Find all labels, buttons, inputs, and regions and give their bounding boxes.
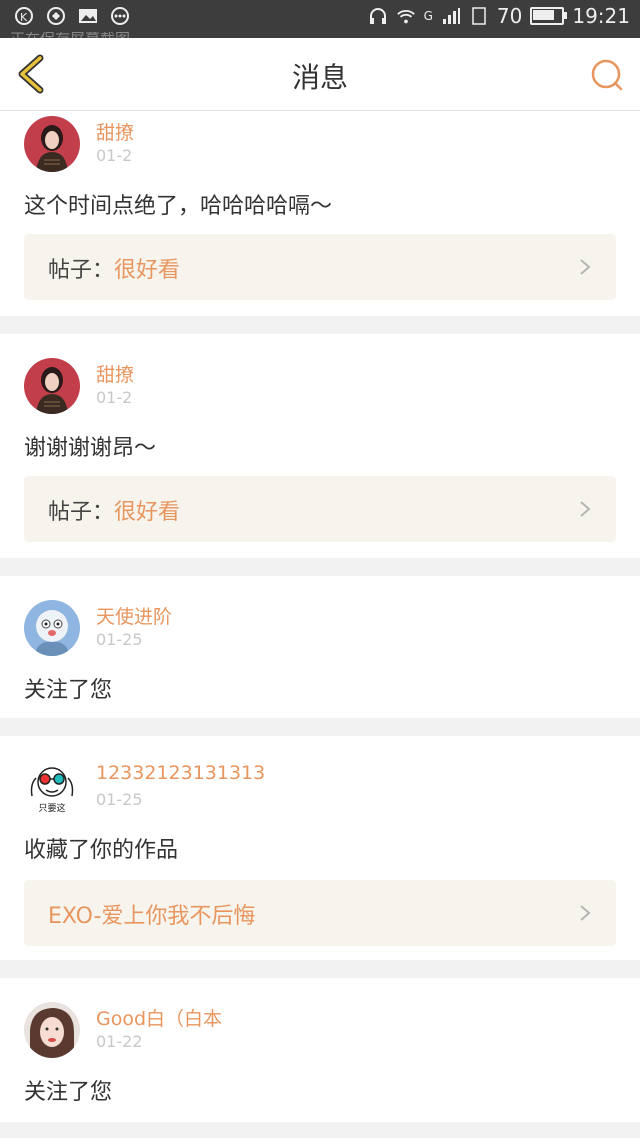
avatar[interactable] [24, 600, 80, 656]
username[interactable]: 天使进阶 [96, 602, 172, 629]
timestamp: 01-25 [96, 790, 143, 809]
image-icon [78, 6, 98, 26]
wifi-icon [396, 6, 416, 26]
post-reference-label: 帖子：很好看 [48, 500, 181, 525]
clock: 19:21 [572, 4, 630, 28]
message-text: 谢谢谢谢昂～ [24, 436, 157, 461]
message-text: 收藏了你的作品 [24, 838, 179, 863]
post-title: 很好看 [114, 258, 181, 283]
list-item: 只要这 12332123131313 01-25 收藏了你的作品 EXO-爱上你… [0, 736, 640, 960]
status-bar: K G 70 19:21 正在保存屏幕截图 [0, 0, 640, 40]
avatar[interactable] [24, 358, 80, 414]
message-text: 关注了您 [24, 1080, 113, 1105]
avatar-caption: 只要这 [38, 802, 65, 814]
sync-icon [46, 6, 66, 26]
work-title: EXO-爱上你我不后悔 [48, 904, 256, 929]
svg-text:K: K [20, 11, 28, 24]
network-type: G [423, 9, 433, 23]
chevron-right-icon [580, 259, 591, 275]
username[interactable]: 12332123131313 [96, 762, 265, 784]
headphone-icon [368, 6, 388, 26]
list-item: 甜撩 01-2 这个时间点绝了，哈哈哈哈嗝～ 帖子：很好看 [0, 110, 640, 316]
post-title: 很好看 [114, 500, 181, 525]
work-reference[interactable]: EXO-爱上你我不后悔 [24, 880, 616, 946]
sim-icon [469, 6, 489, 26]
page-title: 消息 [291, 61, 348, 94]
more-icon [110, 6, 130, 26]
avatar[interactable] [24, 116, 80, 172]
username[interactable]: 甜撩 [96, 118, 134, 145]
timestamp: 01-2 [96, 388, 133, 407]
battery-level: 70 [496, 4, 523, 28]
list-item: 甜撩 01-2 谢谢谢谢昂～ 帖子：很好看 [0, 334, 640, 558]
k-app-icon: K [14, 6, 34, 26]
avatar[interactable] [24, 1002, 80, 1058]
post-reference[interactable]: 帖子：很好看 [24, 234, 616, 300]
search-icon [591, 59, 623, 91]
chevron-right-icon [580, 905, 591, 921]
username[interactable]: 甜撩 [96, 360, 134, 387]
list-item: 天使进阶 01-25 关注了您 [0, 576, 640, 718]
search-button[interactable] [590, 58, 624, 92]
avatar[interactable]: 只要这 [24, 760, 80, 816]
signal-icon [441, 6, 461, 26]
post-reference-label: 帖子：很好看 [48, 258, 181, 283]
message-text: 关注了您 [24, 678, 113, 703]
post-reference[interactable]: 帖子：很好看 [24, 476, 616, 542]
message-text: 这个时间点绝了，哈哈哈哈嗝～ [24, 194, 333, 219]
list-item: Good白（白本 01-22 关注了您 [0, 978, 640, 1122]
timestamp: 01-25 [96, 630, 143, 649]
timestamp: 01-22 [96, 1032, 143, 1051]
timestamp: 01-2 [96, 146, 133, 165]
battery-icon [530, 7, 568, 25]
username[interactable]: Good白（白本 [96, 1004, 222, 1031]
chevron-right-icon [580, 501, 591, 517]
nav-bar: 消息 [0, 38, 640, 111]
